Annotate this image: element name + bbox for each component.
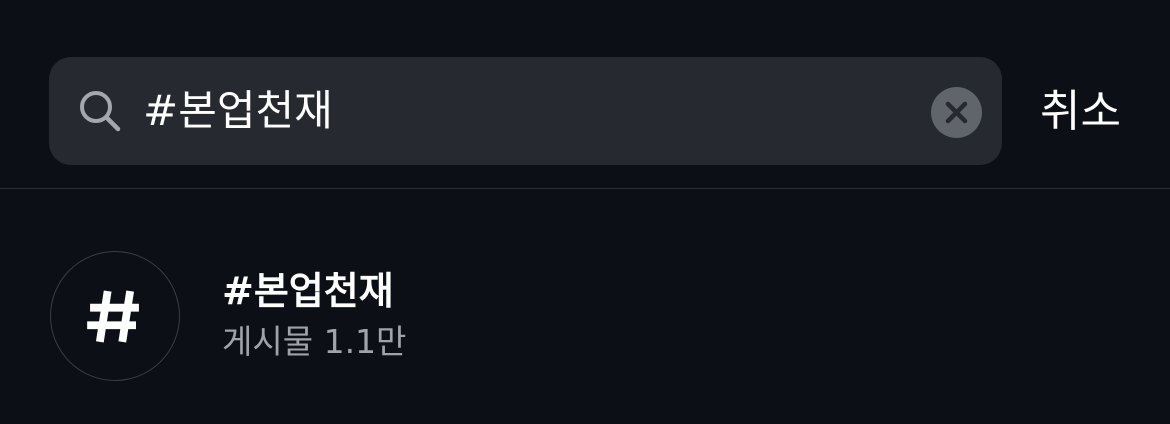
result-post-count: 게시물 1.1만: [222, 322, 407, 361]
hashtag-avatar: [50, 251, 180, 381]
clear-search-button[interactable]: [931, 87, 982, 138]
result-title: #본업천재: [222, 269, 394, 313]
cancel-button[interactable]: 취소: [1040, 84, 1121, 140]
search-result-item[interactable]: #본업천재 게시물 1.1만: [0, 240, 1170, 396]
search-icon: [80, 91, 121, 132]
close-icon: [945, 101, 968, 124]
search-input[interactable]: [143, 79, 903, 143]
hashtag-icon: [87, 290, 139, 343]
divider: [0, 188, 1170, 189]
